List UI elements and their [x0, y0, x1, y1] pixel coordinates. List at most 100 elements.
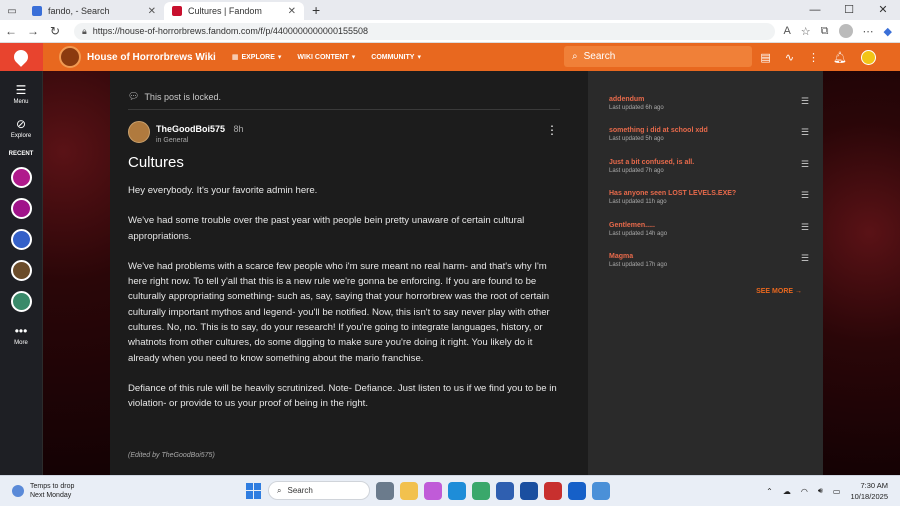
- search-favicon-icon: [32, 6, 42, 16]
- related-post-item[interactable]: Has anyone seen LOST LEVELS.EXE? Last up…: [609, 190, 809, 205]
- close-window-icon[interactable]: ✕: [866, 0, 900, 20]
- store-icon[interactable]: [496, 481, 514, 500]
- close-tab-icon[interactable]: ✕: [288, 6, 296, 17]
- wifi-icon[interactable]: ◠: [801, 487, 808, 496]
- address-bar: ← → ↻ 🔒︎ https://house-of-horrorbrews.fa…: [0, 20, 900, 43]
- app-l-icon[interactable]: [520, 481, 538, 500]
- book-icon[interactable]: ▤: [760, 51, 770, 64]
- search-placeholder: Search: [583, 51, 616, 62]
- app-misc-icon[interactable]: [592, 481, 610, 500]
- list-icon: ☰: [800, 127, 809, 137]
- post-options-icon[interactable]: ⋮: [546, 123, 558, 137]
- recent-wiki-1[interactable]: [10, 167, 32, 188]
- task-view-icon[interactable]: [376, 481, 394, 500]
- post-body: Hey everybody. It's your favorite admin …: [128, 183, 560, 427]
- rail-explore-label: Explore: [10, 133, 32, 139]
- related-post-meta: Last updated 6h ago: [609, 105, 664, 111]
- see-more-link[interactable]: SEE MORE →: [756, 288, 802, 295]
- wiki-logo[interactable]: [59, 46, 81, 68]
- browser-tab-fandom[interactable]: Cultures | Fandom ✕: [164, 2, 304, 20]
- post-time: 8h: [233, 124, 244, 134]
- related-post-meta: Last updated 7h ago: [609, 168, 664, 174]
- cloud-icon[interactable]: ☁: [783, 487, 791, 496]
- browser-toolbar: A ☆ ⧉ ⋯ ◆: [783, 24, 900, 38]
- close-tab-icon[interactable]: ✕: [148, 6, 156, 17]
- taskbar-search-label: Search: [287, 486, 313, 495]
- weather-widget[interactable]: Temps to drop Next Monday: [12, 482, 74, 500]
- recent-wiki-2[interactable]: [10, 198, 32, 219]
- fandom-logo-icon[interactable]: [0, 43, 43, 71]
- outlook-icon[interactable]: [568, 481, 586, 500]
- list-icon: ☰: [800, 253, 809, 263]
- weather-line-2: Next Monday: [30, 492, 72, 499]
- profile-avatar[interactable]: [838, 24, 853, 38]
- read-aloud-icon[interactable]: A: [783, 25, 790, 37]
- recent-wiki-4[interactable]: [10, 260, 32, 281]
- favorite-star-icon[interactable]: ☆: [801, 25, 811, 38]
- post-container: 💬︎ This post is locked. TheGoodBoi575 8h…: [110, 71, 588, 475]
- related-post-title: Just a bit confused, is all.: [609, 159, 695, 166]
- wiki-header: House of Horrorbrews Wiki ▦ EXPLORE ▾ WI…: [43, 43, 900, 71]
- nav-explore-label: EXPLORE: [241, 53, 275, 61]
- browser-tab-strip: ▭ fando, - Search ✕ Cultures | Fandom ✕ …: [0, 0, 900, 20]
- edge-beta-icon[interactable]: [472, 481, 490, 500]
- forward-icon[interactable]: →: [22, 24, 44, 38]
- copilot-app-icon[interactable]: [424, 481, 442, 500]
- author-name[interactable]: TheGoodBoi575: [156, 124, 225, 134]
- list-icon: ☰: [800, 96, 809, 106]
- list-icon: ☰: [800, 222, 809, 232]
- activity-icon[interactable]: ∿: [785, 51, 794, 64]
- url-field[interactable]: 🔒︎ https://house-of-horrorbrews.fandom.c…: [74, 22, 776, 40]
- start-button[interactable]: [246, 482, 262, 499]
- related-post-item[interactable]: addendum Last updated 6h ago ☰: [609, 96, 809, 111]
- taskbar-search[interactable]: ⌕ Search: [268, 481, 370, 500]
- more-options-icon[interactable]: ⋯: [863, 25, 874, 38]
- tab-title: fando, - Search: [48, 6, 110, 16]
- weather-icon: [12, 485, 24, 497]
- rail-more[interactable]: ••• More: [14, 324, 28, 346]
- copilot-icon[interactable]: ◆: [884, 25, 892, 38]
- related-post-title: Gentlemen.....: [609, 222, 655, 229]
- refresh-icon[interactable]: ↻: [44, 24, 66, 38]
- maximize-icon[interactable]: ☐: [832, 0, 866, 20]
- wiki-name[interactable]: House of Horrorbrews Wiki: [87, 52, 216, 63]
- user-avatar[interactable]: [861, 49, 876, 65]
- post-author: TheGoodBoi575 8h in General: [128, 119, 243, 144]
- clock[interactable]: 7:30 AM 10/18/2025: [850, 480, 888, 502]
- chevron-up-icon[interactable]: ⌃: [766, 487, 773, 496]
- rail-menu[interactable]: ☰ Menu: [13, 83, 28, 105]
- post-category[interactable]: in General: [156, 137, 243, 144]
- extensions-icon[interactable]: ⧉: [821, 25, 829, 38]
- file-explorer-icon[interactable]: [400, 481, 418, 500]
- vertical-dots-icon[interactable]: ⋮: [808, 51, 819, 64]
- clock-time: 7:30 AM: [860, 481, 888, 490]
- edge-icon[interactable]: [448, 481, 466, 500]
- chevron-down-icon: ▾: [351, 54, 356, 61]
- bell-icon[interactable]: 🔔︎: [833, 51, 847, 64]
- mcafee-icon[interactable]: [544, 481, 562, 500]
- volume-icon[interactable]: 🔊︎: [818, 486, 823, 496]
- nav-community-label: COMMUNITY: [371, 53, 415, 61]
- wiki-search-box[interactable]: ⌕ Search: [564, 46, 752, 67]
- nav-wiki-content-label: WIKI CONTENT: [297, 53, 349, 61]
- back-icon[interactable]: ←: [0, 24, 22, 38]
- minimize-icon[interactable]: —: [798, 0, 832, 20]
- related-post-item[interactable]: something i did at school xdd Last updat…: [609, 127, 809, 142]
- related-post-item[interactable]: Gentlemen..... Last updated 14h ago ☰: [609, 222, 809, 237]
- browser-tab-search[interactable]: fando, - Search ✕: [24, 2, 164, 20]
- nav-explore[interactable]: ▦ EXPLORE ▾: [232, 53, 282, 62]
- new-tab-button[interactable]: +: [304, 2, 328, 20]
- related-post-item[interactable]: Just a bit confused, is all. Last update…: [609, 159, 809, 174]
- related-post-item[interactable]: Magma Last updated 17h ago ☰: [609, 253, 809, 268]
- battery-icon[interactable]: ▭: [833, 487, 841, 496]
- post-paragraph: We've had problems with a scarce few peo…: [128, 260, 550, 364]
- recent-wiki-3[interactable]: [10, 229, 32, 250]
- nav-community[interactable]: COMMUNITY ▾: [371, 53, 421, 62]
- author-avatar[interactable]: [128, 120, 150, 143]
- windows-taskbar: Temps to drop Next Monday ⌕ Search ⌃ ☁ ◠…: [0, 475, 900, 506]
- nav-wiki-content[interactable]: WIKI CONTENT ▾: [297, 53, 356, 62]
- tab-actions-icon[interactable]: ▭: [0, 2, 24, 20]
- search-icon: ⌕: [572, 51, 578, 62]
- rail-explore[interactable]: ⊘ Explore: [11, 117, 31, 139]
- recent-wiki-5[interactable]: [10, 291, 32, 312]
